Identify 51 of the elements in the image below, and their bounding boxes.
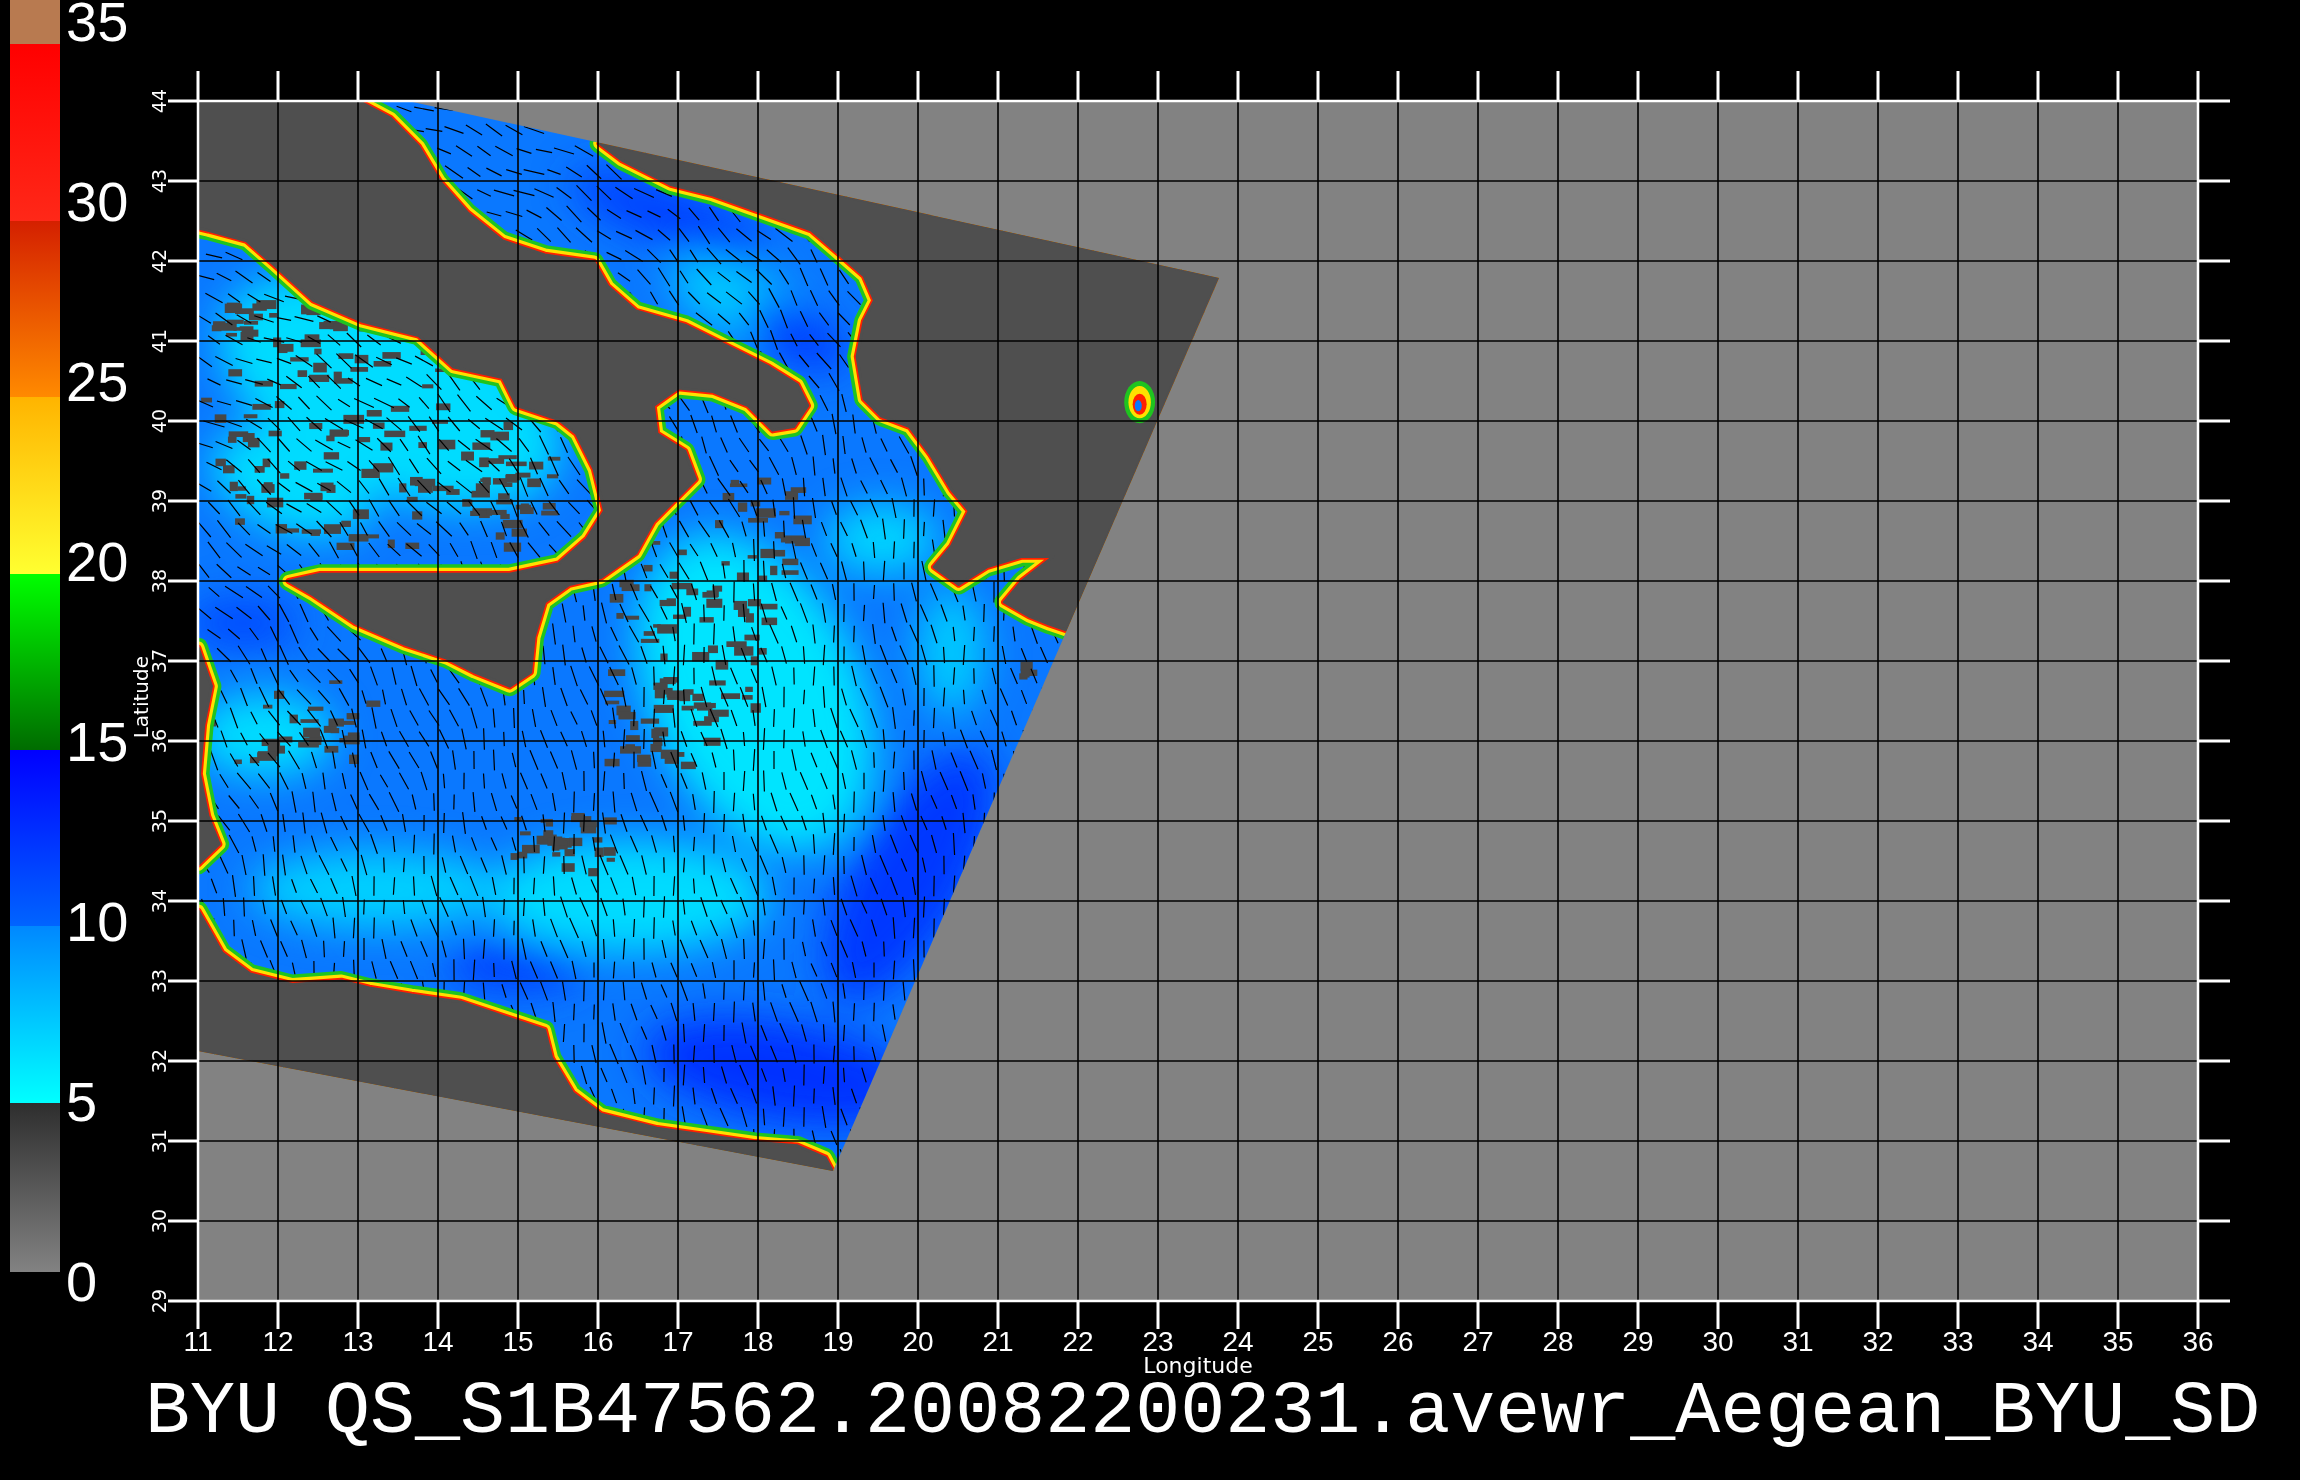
latitude-tick-label: 29 xyxy=(151,1288,167,1314)
scale-label: 25 xyxy=(66,360,129,404)
latitude-tick-label: 42 xyxy=(151,248,167,274)
longitude-tick-label: 22 xyxy=(1062,1330,1094,1354)
latitude-tick-label: 36 xyxy=(151,728,167,754)
longitude-tick-label: 29 xyxy=(1622,1330,1654,1354)
latitude-tick-label: 37 xyxy=(151,648,167,674)
longitude-tick-label: 13 xyxy=(342,1330,374,1354)
latitude-tick-label: 38 xyxy=(151,568,167,594)
latitude-tick-label: 44 xyxy=(151,88,167,114)
longitude-tick-label: 34 xyxy=(2022,1330,2054,1354)
scale-label: 35 xyxy=(66,0,129,44)
latitude-tick-label: 32 xyxy=(151,1048,167,1074)
longitude-tick-label: 31 xyxy=(1782,1330,1814,1354)
longitude-tick-label: 28 xyxy=(1542,1330,1574,1354)
scale-label: 5 xyxy=(66,1080,98,1124)
longitude-tick-label: 32 xyxy=(1862,1330,1894,1354)
longitude-tick-label: 18 xyxy=(742,1330,774,1354)
longitude-tick-label: 21 xyxy=(982,1330,1014,1354)
scale-label: 30 xyxy=(66,180,129,224)
longitude-tick-label: 33 xyxy=(1942,1330,1974,1354)
latitude-tick-label: 33 xyxy=(151,968,167,994)
longitude-tick-label: 12 xyxy=(262,1330,294,1354)
latitude-tick-label: 30 xyxy=(151,1208,167,1234)
longitude-tick-label: 36 xyxy=(2182,1330,2214,1354)
y-axis-title: Latitude xyxy=(132,656,150,739)
scale-label: 0 xyxy=(66,1260,98,1304)
latitude-tick-label: 41 xyxy=(151,328,167,354)
longitude-tick-label: 25 xyxy=(1302,1330,1334,1354)
longitude-tick-label: 20 xyxy=(902,1330,934,1354)
latitude-tick-label: 35 xyxy=(151,808,167,834)
scale-label: 15 xyxy=(66,720,129,764)
longitude-tick-label: 11 xyxy=(183,1330,213,1354)
latitude-tick-label: 43 xyxy=(151,168,167,194)
scale-label: 10 xyxy=(66,900,129,944)
longitude-tick-label: 30 xyxy=(1702,1330,1734,1354)
scale-label: 20 xyxy=(66,540,129,584)
longitude-tick-label: 35 xyxy=(2102,1330,2134,1354)
latitude-tick-label: 31 xyxy=(151,1128,167,1154)
latitude-tick-label: 39 xyxy=(151,488,167,514)
longitude-tick-label: 24 xyxy=(1222,1330,1254,1354)
latitude-tick-label: 40 xyxy=(151,408,167,434)
longitude-tick-label: 15 xyxy=(502,1330,534,1354)
longitude-tick-label: 19 xyxy=(822,1330,854,1354)
longitude-tick-label: 27 xyxy=(1462,1330,1494,1354)
longitude-tick-label: 17 xyxy=(662,1330,694,1354)
longitude-tick-label: 14 xyxy=(422,1330,454,1354)
latitude-tick-label: 34 xyxy=(151,888,167,914)
longitude-tick-label: 23 xyxy=(1142,1330,1174,1354)
longitude-tick-label: 26 xyxy=(1382,1330,1414,1354)
longitude-tick-label: 16 xyxy=(582,1330,614,1354)
